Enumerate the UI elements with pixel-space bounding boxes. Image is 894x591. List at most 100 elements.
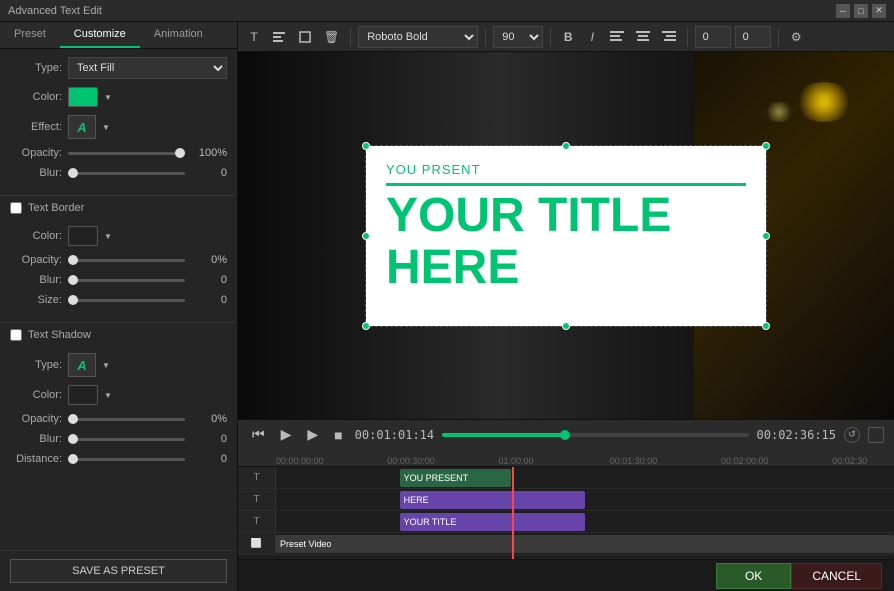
close-button[interactable]: ✕ <box>872 4 886 18</box>
delete-tool-button[interactable]: 🗑 <box>320 25 343 49</box>
ruler-mark-4: 00:02:00:00 <box>721 456 769 466</box>
tab-bar: Preset Customize Animation <box>0 22 237 49</box>
ok-button[interactable]: OK <box>716 563 791 589</box>
separator5 <box>778 28 779 46</box>
text-overlay-box[interactable]: YOU PRSENT YOUR TITLE HERE <box>366 146 766 326</box>
timeline-tracks: T YOU PRESENT T HERE T YOUR TITLE <box>238 467 894 559</box>
stop-button[interactable]: ■ <box>330 425 346 445</box>
ruler-mark-3: 00:01:30:00 <box>610 456 658 466</box>
play-button[interactable]: ▶ <box>277 424 296 445</box>
border-opacity-slider[interactable] <box>68 259 185 262</box>
go-start-button[interactable]: ⏮ <box>248 424 269 445</box>
progress-thumb <box>560 430 570 440</box>
align-tool-button[interactable] <box>268 25 290 49</box>
clip-here[interactable]: HERE <box>400 491 585 509</box>
color-arrow[interactable]: ▼ <box>104 93 112 102</box>
tab-animation[interactable]: Animation <box>140 22 217 48</box>
align-left-button[interactable] <box>606 25 628 49</box>
effect-button[interactable]: A <box>68 115 96 139</box>
italic-button[interactable]: I <box>582 25 602 49</box>
left-panel: Preset Customize Animation Type: Text Fi… <box>0 22 238 591</box>
shadow-opacity-label: Opacity: <box>10 413 62 425</box>
action-bar: OK CANCEL <box>238 559 894 591</box>
settings2-button[interactable] <box>868 427 884 443</box>
shadow-blur-slider[interactable] <box>68 438 185 441</box>
video-background: YOU PRSENT YOUR TITLE HERE <box>238 52 894 419</box>
toolbar: T 🗑 Roboto Bold 90 B I <box>238 22 894 52</box>
clip-preset-video[interactable]: Preset Video <box>276 535 894 553</box>
color-row: Color: ▼ <box>10 87 227 107</box>
blur-label: Blur: <box>10 167 62 179</box>
bold-button[interactable]: B <box>558 25 578 49</box>
text-tool-button[interactable]: T <box>244 25 264 49</box>
type-label: Type: <box>10 62 62 74</box>
track-row-4: ⬜ Preset Video <box>238 533 894 555</box>
text-shadow-checkbox[interactable] <box>10 329 22 341</box>
border-color-swatch[interactable] <box>68 226 98 246</box>
type-select[interactable]: Text Fill <box>68 57 227 79</box>
shadow-type-arrow[interactable]: ▼ <box>102 361 110 370</box>
tracking-input[interactable] <box>695 26 731 48</box>
progress-bar[interactable] <box>442 433 748 437</box>
track-content-2[interactable]: HERE <box>276 489 894 510</box>
align-right-button[interactable] <box>658 25 680 49</box>
border-size-slider[interactable] <box>68 299 185 302</box>
effect-arrow[interactable]: ▼ <box>102 123 110 132</box>
shadow-effect-button[interactable]: A <box>68 353 96 377</box>
shadow-blur-row: Blur: 0 <box>10 433 227 445</box>
tab-preset[interactable]: Preset <box>0 22 60 48</box>
border-blur-slider-container <box>68 279 185 282</box>
shadow-color-row: Color: ▼ <box>10 385 227 405</box>
font-size-select[interactable]: 90 <box>493 26 543 48</box>
text-shadow-section: Type: A ▼ Color: ▼ Opacity: 0% Blur: <box>0 345 237 481</box>
border-blur-slider[interactable] <box>68 279 185 282</box>
clip-you-present[interactable]: YOU PRESENT <box>400 469 511 487</box>
shadow-opacity-slider[interactable] <box>68 418 185 421</box>
border-opacity-value: 0% <box>191 254 227 266</box>
text-shadow-section-header: Text Shadow <box>0 322 237 345</box>
border-color-arrow[interactable]: ▼ <box>104 232 112 241</box>
text-border-section-header: Text Border <box>0 195 237 218</box>
maximize-button[interactable]: □ <box>854 4 868 18</box>
shadow-type-row: Type: A ▼ <box>10 353 227 377</box>
track-icon-2: T <box>238 489 276 510</box>
loop-button[interactable]: ↺ <box>844 427 860 443</box>
shadow-color-arrow[interactable]: ▼ <box>104 391 112 400</box>
track-content-1[interactable]: YOU PRESENT <box>276 467 894 488</box>
shadow-color-label: Color: <box>10 389 62 401</box>
title-bar: Advanced Text Edit ─ □ ✕ <box>0 0 894 22</box>
tab-customize[interactable]: Customize <box>60 22 140 48</box>
clip-your-title[interactable]: YOUR TITLE <box>400 513 585 531</box>
text-border-checkbox[interactable] <box>10 202 22 214</box>
shadow-distance-slider[interactable] <box>68 458 185 461</box>
resize-tool-button[interactable] <box>294 25 316 49</box>
shadow-color-swatch[interactable] <box>68 385 98 405</box>
shadow-type-label: Type: <box>10 359 62 371</box>
color-swatch[interactable] <box>68 87 98 107</box>
preview-area[interactable]: YOU PRSENT YOUR TITLE HERE <box>238 52 894 419</box>
effect-row: Effect: A ▼ <box>10 115 227 139</box>
track-content-3[interactable]: YOUR TITLE <box>276 511 894 532</box>
minimize-button[interactable]: ─ <box>836 4 850 18</box>
align-center-button[interactable] <box>632 25 654 49</box>
current-time: 00:01:01:14 <box>355 428 434 442</box>
border-size-label: Size: <box>10 294 62 306</box>
opacity-slider[interactable] <box>68 152 185 155</box>
leading-input[interactable] <box>735 26 771 48</box>
separator2 <box>485 28 486 46</box>
border-opacity-label: Opacity: <box>10 254 62 266</box>
shadow-opacity-row: Opacity: 0% <box>10 413 227 425</box>
track-content-4[interactable]: Preset Video <box>276 533 894 554</box>
settings-button[interactable]: ⚙ <box>786 25 806 49</box>
font-select[interactable]: Roboto Bold <box>358 26 478 48</box>
timeline-ruler: 00:00:00:00 00:00:30:00 01:00:00 00:01:3… <box>238 449 894 467</box>
save-preset-button[interactable]: SAVE AS PRESET <box>10 559 227 583</box>
play-alt-button[interactable]: ▶ <box>303 424 322 445</box>
cancel-button[interactable]: CANCEL <box>791 563 882 589</box>
light2 <box>764 102 794 122</box>
shadow-blur-slider-container <box>68 438 185 441</box>
blur-slider-container <box>68 172 185 175</box>
playhead[interactable] <box>512 467 514 559</box>
border-size-value: 0 <box>191 294 227 306</box>
blur-slider[interactable] <box>68 172 185 175</box>
